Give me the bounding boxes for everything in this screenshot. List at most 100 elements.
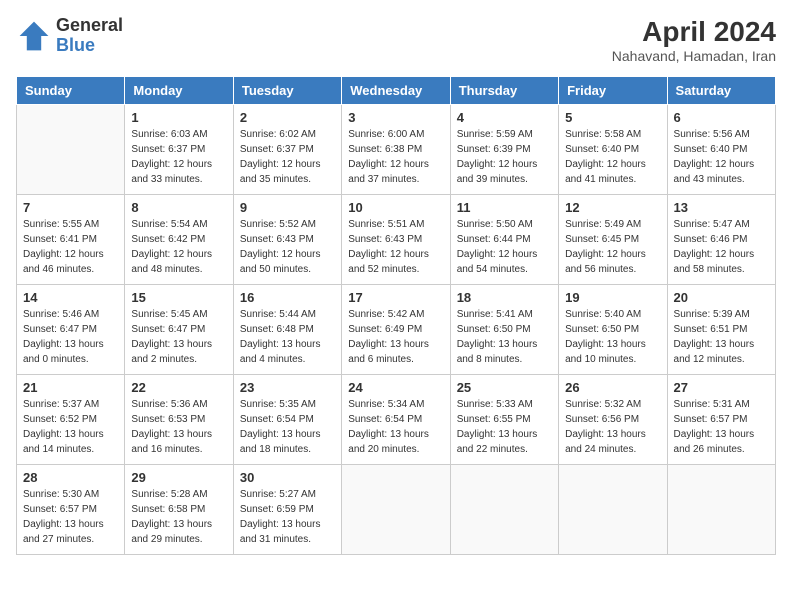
day-info: Sunrise: 5:51 AMSunset: 6:43 PMDaylight:… [348, 217, 443, 277]
sunset-text: Sunset: 6:57 PM [23, 502, 118, 517]
daylight-text: Daylight: 13 hours and 24 minutes. [565, 427, 660, 457]
day-info: Sunrise: 5:59 AMSunset: 6:39 PMDaylight:… [457, 127, 552, 187]
sunrise-text: Sunrise: 5:41 AM [457, 307, 552, 322]
daylight-text: Daylight: 13 hours and 27 minutes. [23, 517, 118, 547]
header-wednesday: Wednesday [342, 77, 450, 105]
sunset-text: Sunset: 6:47 PM [131, 322, 226, 337]
day-info: Sunrise: 6:00 AMSunset: 6:38 PMDaylight:… [348, 127, 443, 187]
sunset-text: Sunset: 6:39 PM [457, 142, 552, 157]
table-row: 13Sunrise: 5:47 AMSunset: 6:46 PMDayligh… [667, 195, 775, 285]
calendar-week-1: 1Sunrise: 6:03 AMSunset: 6:37 PMDaylight… [17, 105, 776, 195]
daylight-text: Daylight: 13 hours and 6 minutes. [348, 337, 443, 367]
logo-line2: Blue [56, 36, 123, 56]
daylight-text: Daylight: 12 hours and 50 minutes. [240, 247, 335, 277]
day-info: Sunrise: 5:54 AMSunset: 6:42 PMDaylight:… [131, 217, 226, 277]
day-info: Sunrise: 5:56 AMSunset: 6:40 PMDaylight:… [674, 127, 769, 187]
daylight-text: Daylight: 13 hours and 16 minutes. [131, 427, 226, 457]
logo-icon [16, 18, 52, 54]
sunrise-text: Sunrise: 5:40 AM [565, 307, 660, 322]
day-info: Sunrise: 5:41 AMSunset: 6:50 PMDaylight:… [457, 307, 552, 367]
sunrise-text: Sunrise: 5:51 AM [348, 217, 443, 232]
daylight-text: Daylight: 13 hours and 26 minutes. [674, 427, 769, 457]
day-info: Sunrise: 5:46 AMSunset: 6:47 PMDaylight:… [23, 307, 118, 367]
table-row: 9Sunrise: 5:52 AMSunset: 6:43 PMDaylight… [233, 195, 341, 285]
day-info: Sunrise: 5:44 AMSunset: 6:48 PMDaylight:… [240, 307, 335, 367]
sunrise-text: Sunrise: 5:42 AM [348, 307, 443, 322]
daylight-text: Daylight: 13 hours and 8 minutes. [457, 337, 552, 367]
table-row: 16Sunrise: 5:44 AMSunset: 6:48 PMDayligh… [233, 285, 341, 375]
sunset-text: Sunset: 6:43 PM [348, 232, 443, 247]
daylight-text: Daylight: 13 hours and 29 minutes. [131, 517, 226, 547]
day-number: 25 [457, 380, 552, 395]
day-info: Sunrise: 5:49 AMSunset: 6:45 PMDaylight:… [565, 217, 660, 277]
sunrise-text: Sunrise: 5:46 AM [23, 307, 118, 322]
table-row: 19Sunrise: 5:40 AMSunset: 6:50 PMDayligh… [559, 285, 667, 375]
calendar-week-3: 14Sunrise: 5:46 AMSunset: 6:47 PMDayligh… [17, 285, 776, 375]
table-row: 29 Sunrise: 5:28 AMSunset: 6:58 PMDayligh… [125, 465, 233, 555]
sunrise-text: Sunrise: 5:32 AM [565, 397, 660, 412]
day-number: 9 [240, 200, 335, 215]
table-row: 17Sunrise: 5:42 AMSunset: 6:49 PMDayligh… [342, 285, 450, 375]
calendar-table: Sunday Monday Tuesday Wednesday Thursday… [16, 76, 776, 555]
header-tuesday: Tuesday [233, 77, 341, 105]
daylight-text: Daylight: 12 hours and 37 minutes. [348, 157, 443, 187]
table-row: 22 Sunrise: 5:36 AMSunset: 6:53 PMDayligh… [125, 375, 233, 465]
day-info: Sunrise: 5:33 AMSunset: 6:55 PMDaylight:… [457, 397, 552, 457]
sunset-text: Sunset: 6:53 PM [131, 412, 226, 427]
sunrise-text: Sunrise: 5:31 AM [674, 397, 769, 412]
table-row: 7Sunrise: 5:55 AMSunset: 6:41 PMDaylight… [17, 195, 125, 285]
sunrise-text: Sunrise: 5:49 AM [565, 217, 660, 232]
daylight-text: Daylight: 13 hours and 12 minutes. [674, 337, 769, 367]
day-number: 3 [348, 110, 443, 125]
table-row: 12 Sunrise: 5:49 AMSunset: 6:45 PMDayligh… [559, 195, 667, 285]
sunrise-text: Sunrise: 5:27 AM [240, 487, 335, 502]
header-thursday: Thursday [450, 77, 558, 105]
sunset-text: Sunset: 6:49 PM [348, 322, 443, 337]
table-row [667, 465, 775, 555]
sunrise-text: Sunrise: 5:39 AM [674, 307, 769, 322]
table-row: 5Sunrise: 5:58 AMSunset: 6:40 PMDaylight… [559, 105, 667, 195]
daylight-text: Daylight: 13 hours and 14 minutes. [23, 427, 118, 457]
table-row: 27Sunrise: 5:31 AMSunset: 6:57 PMDayligh… [667, 375, 775, 465]
day-info: Sunrise: 5:50 AMSunset: 6:44 PMDaylight:… [457, 217, 552, 277]
sunset-text: Sunset: 6:38 PM [348, 142, 443, 157]
table-row: 4Sunrise: 5:59 AMSunset: 6:39 PMDaylight… [450, 105, 558, 195]
table-row: 23Sunrise: 5:35 AMSunset: 6:54 PMDayligh… [233, 375, 341, 465]
day-number: 23 [240, 380, 335, 395]
sunrise-text: Sunrise: 5:44 AM [240, 307, 335, 322]
sunrise-text: Sunrise: 5:58 AM [565, 127, 660, 142]
table-row: 1Sunrise: 6:03 AMSunset: 6:37 PMDaylight… [125, 105, 233, 195]
table-row: 10 Sunrise: 5:51 AMSunset: 6:43 PMDayligh… [342, 195, 450, 285]
day-info: Sunrise: 5:36 AMSunset: 6:53 PMDaylight:… [131, 397, 226, 457]
day-number: 11 [457, 200, 552, 215]
table-row: 25 Sunrise: 5:33 AMSunset: 6:55 PMDayligh… [450, 375, 558, 465]
day-number: 7 [23, 200, 118, 215]
sunrise-text: Sunrise: 5:52 AM [240, 217, 335, 232]
table-row [559, 465, 667, 555]
sunrise-text: Sunrise: 5:59 AM [457, 127, 552, 142]
sunrise-text: Sunrise: 5:50 AM [457, 217, 552, 232]
logo: General Blue [16, 16, 123, 56]
subtitle: Nahavand, Hamadan, Iran [612, 48, 776, 64]
day-info: Sunrise: 5:42 AMSunset: 6:49 PMDaylight:… [348, 307, 443, 367]
day-number: 22 [131, 380, 226, 395]
day-info: Sunrise: 5:28 AMSunset: 6:58 PMDaylight:… [131, 487, 226, 547]
calendar-week-5: 28Sunrise: 5:30 AMSunset: 6:57 PMDayligh… [17, 465, 776, 555]
daylight-text: Daylight: 12 hours and 39 minutes. [457, 157, 552, 187]
sunset-text: Sunset: 6:37 PM [131, 142, 226, 157]
day-number: 10 [348, 200, 443, 215]
daylight-text: Daylight: 13 hours and 31 minutes. [240, 517, 335, 547]
day-info: Sunrise: 5:39 AMSunset: 6:51 PMDaylight:… [674, 307, 769, 367]
main-title: April 2024 [612, 16, 776, 48]
sunrise-text: Sunrise: 6:02 AM [240, 127, 335, 142]
sunset-text: Sunset: 6:48 PM [240, 322, 335, 337]
day-info: Sunrise: 5:32 AMSunset: 6:56 PMDaylight:… [565, 397, 660, 457]
sunrise-text: Sunrise: 5:45 AM [131, 307, 226, 322]
day-number: 12 [565, 200, 660, 215]
sunset-text: Sunset: 6:51 PM [674, 322, 769, 337]
calendar-week-2: 7Sunrise: 5:55 AMSunset: 6:41 PMDaylight… [17, 195, 776, 285]
table-row: 6Sunrise: 5:56 AMSunset: 6:40 PMDaylight… [667, 105, 775, 195]
day-number: 1 [131, 110, 226, 125]
table-row: 18Sunrise: 5:41 AMSunset: 6:50 PMDayligh… [450, 285, 558, 375]
day-number: 29 [131, 470, 226, 485]
